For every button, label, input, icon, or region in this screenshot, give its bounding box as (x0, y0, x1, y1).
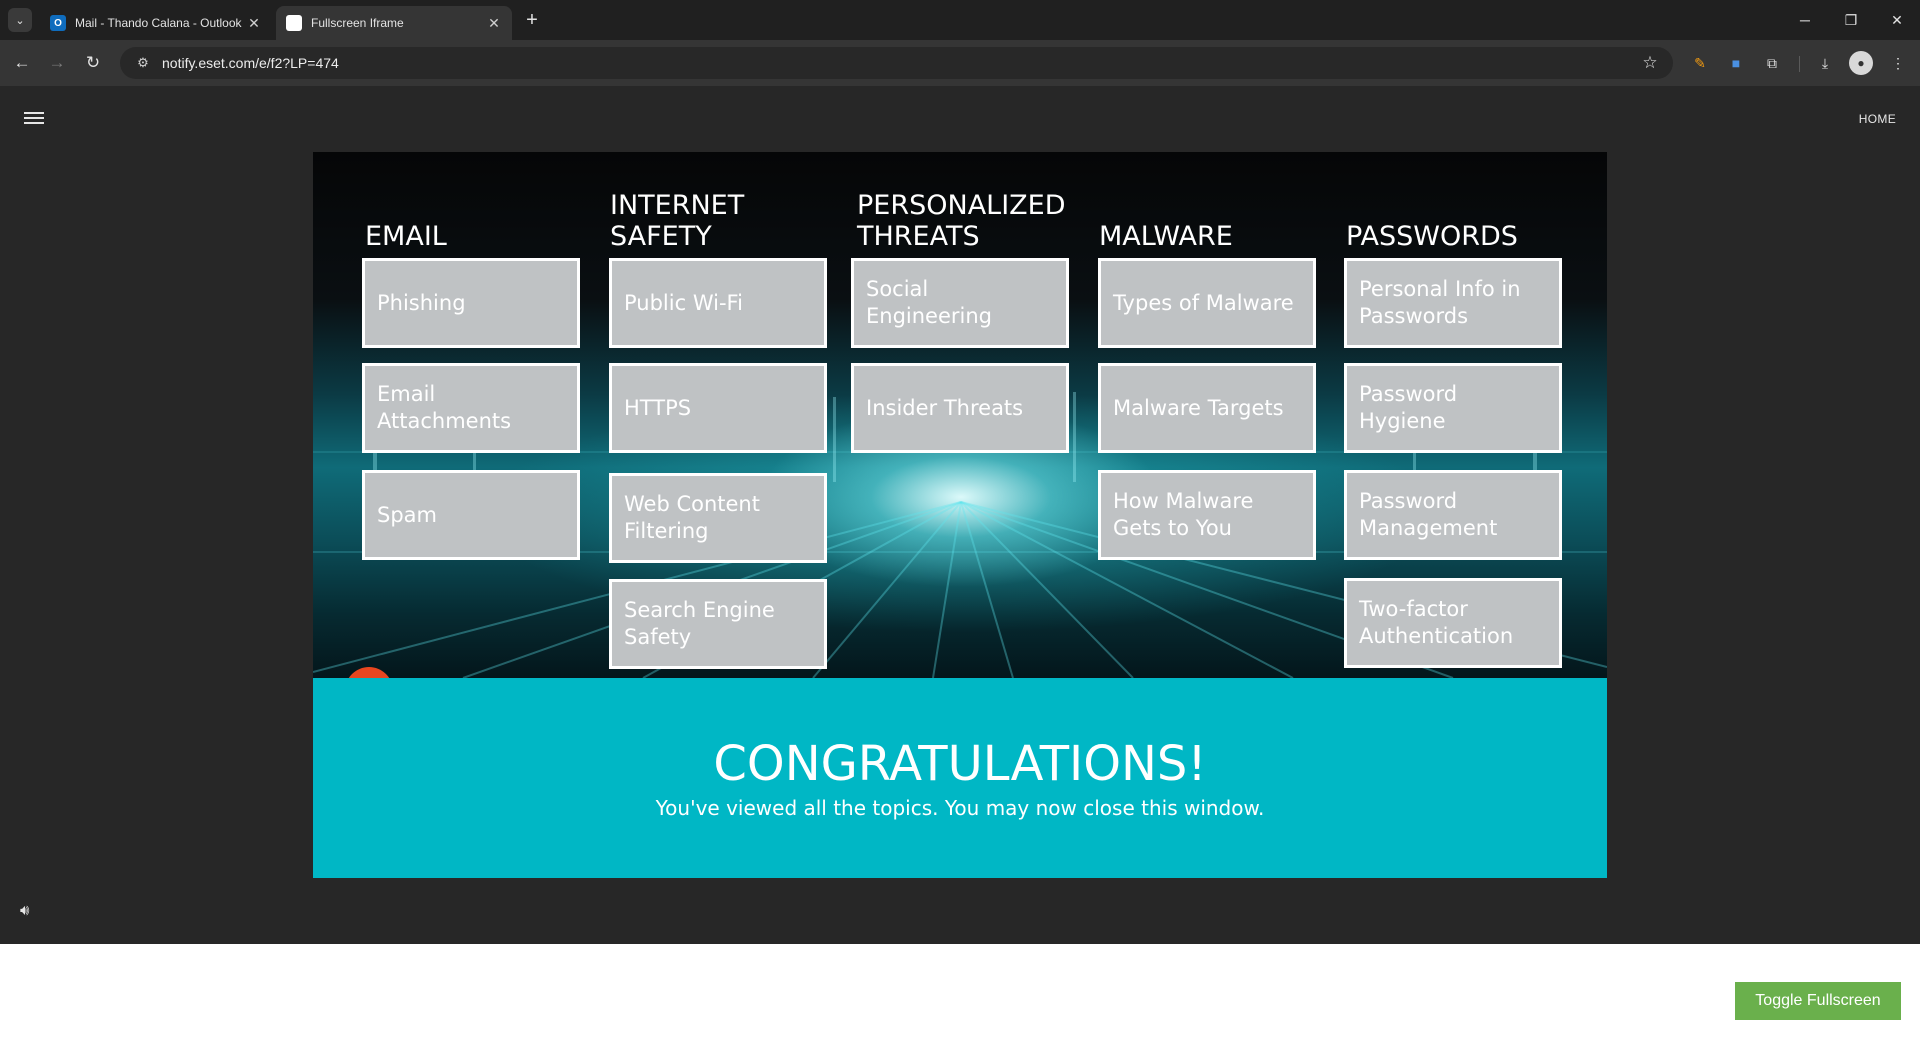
topic-how-malware-gets-to-you[interactable]: How Malware Gets to You (1098, 470, 1316, 560)
reload-icon[interactable]: ↻ (79, 49, 107, 77)
more-menu-icon[interactable]: ⋮ (1886, 51, 1910, 75)
topic-password-hygiene[interactable]: Password Hygiene (1344, 363, 1562, 453)
eset-module: EMAIL INTERNET SAFETY PERSONALIZED THREA… (313, 152, 1607, 878)
congratulations-message: You've viewed all the topics. You may no… (655, 796, 1265, 820)
bookmark-star-icon[interactable]: ☆ (1635, 53, 1665, 73)
toolbar-divider (1799, 56, 1800, 72)
topic-types-of-malware[interactable]: Types of Malware (1098, 258, 1316, 348)
forward-icon[interactable]: → (43, 49, 71, 77)
column-heading-passwords: PASSWORDS (1346, 221, 1518, 252)
tab-fullscreen-iframe[interactable]: Fullscreen Iframe ✕ (276, 6, 512, 40)
tab-search-icon[interactable]: ⌄ (8, 8, 32, 32)
browser-toolbar: ← → ↻ ⚙ notify.eset.com/e/f2?LP=474 ☆ ✎ … (0, 40, 1920, 86)
topic-public-wifi[interactable]: Public Wi-Fi (609, 258, 827, 348)
topic-phishing[interactable]: Phishing (362, 258, 580, 348)
topic-personal-info-in-passwords[interactable]: Personal Info in Passwords (1344, 258, 1562, 348)
topic-https[interactable]: HTTPS (609, 363, 827, 453)
restore-icon[interactable]: ❐ (1828, 0, 1874, 40)
site-info-icon[interactable]: ⚙ (130, 55, 156, 71)
close-tab-icon[interactable]: ✕ (486, 15, 502, 32)
profile-avatar[interactable]: ● (1849, 51, 1873, 75)
congratulations-title: CONGRATULATIONS! (713, 736, 1207, 792)
close-window-icon[interactable]: ✕ (1874, 0, 1920, 40)
outlook-icon: O (50, 15, 66, 31)
minimize-icon[interactable]: ─ (1782, 0, 1828, 40)
extension-pen-icon[interactable]: ✎ (1688, 51, 1712, 75)
close-tab-icon[interactable]: ✕ (246, 15, 262, 32)
speaker-icon[interactable]: 🔊︎ (20, 902, 29, 919)
topic-email-attachments[interactable]: Email Attachments (362, 363, 580, 453)
tab-outlook[interactable]: O Mail - Thando Calana - Outlook ✕ (40, 6, 272, 40)
topic-two-factor-authentication[interactable]: Two-factor Authentication (1344, 578, 1562, 668)
topic-spam[interactable]: Spam (362, 470, 580, 560)
download-icon[interactable]: ⤓ (1813, 51, 1837, 75)
topic-search-engine-safety[interactable]: Search Engine Safety (609, 579, 827, 669)
tab-title: Fullscreen Iframe (311, 16, 404, 30)
extension-shield-icon[interactable]: ■ (1724, 51, 1748, 75)
home-link[interactable]: HOME (1859, 112, 1896, 126)
column-heading-personalized-threats: PERSONALIZED THREATS (857, 190, 1066, 252)
page-icon (286, 15, 302, 31)
tab-title: Mail - Thando Calana - Outlook (75, 16, 242, 30)
topic-malware-targets[interactable]: Malware Targets (1098, 363, 1316, 453)
page-content: HOME EMAIL INTERNET SAFETY PERSONALIZED … (0, 86, 1920, 944)
column-heading-email: EMAIL (365, 221, 447, 252)
address-bar[interactable]: ⚙ notify.eset.com/e/f2?LP=474 ☆ (120, 47, 1673, 79)
hamburger-menu-icon[interactable] (24, 110, 44, 126)
url-text[interactable]: notify.eset.com/e/f2?LP=474 (162, 55, 1635, 71)
extensions-puzzle-icon[interactable]: ⧉ (1760, 51, 1784, 75)
topic-social-engineering[interactable]: Social Engineering (851, 258, 1069, 348)
new-tab-button[interactable]: + (520, 8, 544, 32)
topic-password-management[interactable]: Password Management (1344, 470, 1562, 560)
topic-web-content-filtering[interactable]: Web Content Filtering (609, 473, 827, 563)
topic-insider-threats[interactable]: Insider Threats (851, 363, 1069, 453)
toggle-fullscreen-button[interactable]: Toggle Fullscreen (1735, 982, 1901, 1020)
browser-tab-bar: ⌄ O Mail - Thando Calana - Outlook ✕ Ful… (0, 0, 1920, 40)
column-heading-malware: MALWARE (1099, 221, 1233, 252)
column-heading-internet-safety: INTERNET SAFETY (610, 190, 745, 252)
back-icon[interactable]: ← (8, 49, 36, 77)
congratulations-banner: CONGRATULATIONS! You've viewed all the t… (313, 678, 1607, 878)
